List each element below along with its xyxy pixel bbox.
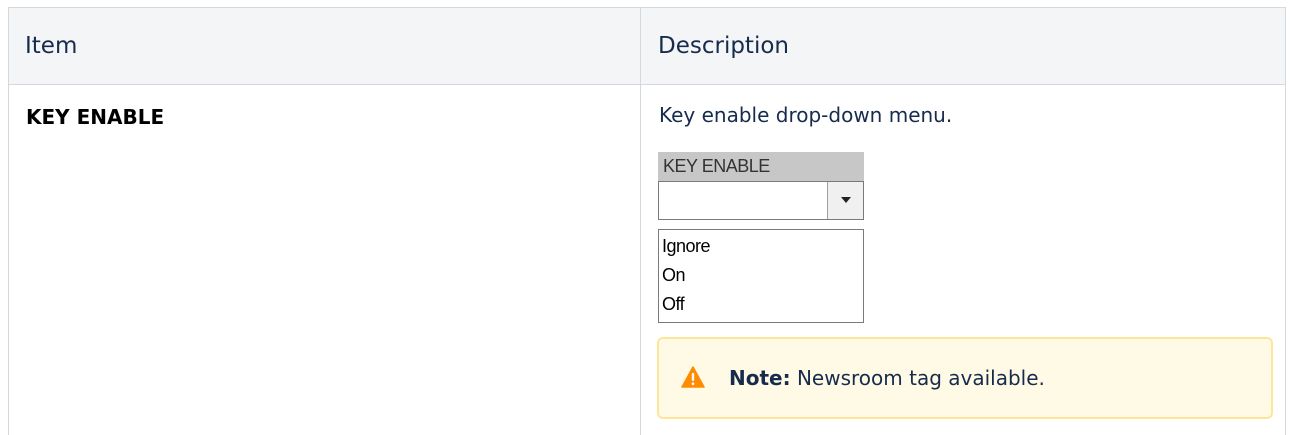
warning-icon bbox=[681, 366, 705, 388]
option-ignore[interactable]: Ignore bbox=[659, 232, 863, 261]
column-header-description: Description bbox=[658, 33, 789, 59]
key-enable-dropdown-screenshot: KEY ENABLE Ignore On Off bbox=[658, 152, 864, 324]
note-label: Note: bbox=[729, 366, 791, 390]
dropdown-button[interactable] bbox=[827, 182, 863, 219]
table-border-left bbox=[8, 7, 9, 435]
table-header-row: Item Description bbox=[8, 7, 1286, 84]
column-divider bbox=[640, 7, 641, 435]
option-on[interactable]: On bbox=[659, 261, 863, 290]
option-off[interactable]: Off bbox=[659, 290, 863, 319]
table-border-top bbox=[8, 7, 1286, 8]
note-body: Newsroom tag available. bbox=[796, 366, 1045, 390]
note-panel: Note: Newsroom tag available. bbox=[657, 337, 1273, 419]
row-item-key-enable: KEY ENABLE bbox=[26, 105, 165, 129]
column-header-item: Item bbox=[25, 33, 78, 59]
table-border-right bbox=[1285, 7, 1286, 435]
key-enable-combobox[interactable] bbox=[658, 181, 864, 220]
attribute-table: Item Description KEY ENABLE Key enable d… bbox=[8, 7, 1286, 435]
row-description-text: Key enable drop-down menu. bbox=[659, 103, 953, 127]
chevron-down-icon bbox=[841, 197, 851, 203]
note-text: Note: Newsroom tag available. bbox=[729, 366, 1045, 390]
dropdown-options-list: Ignore On Off bbox=[658, 229, 864, 323]
header-divider bbox=[8, 84, 1286, 85]
dropdown-label: KEY ENABLE bbox=[658, 152, 864, 181]
